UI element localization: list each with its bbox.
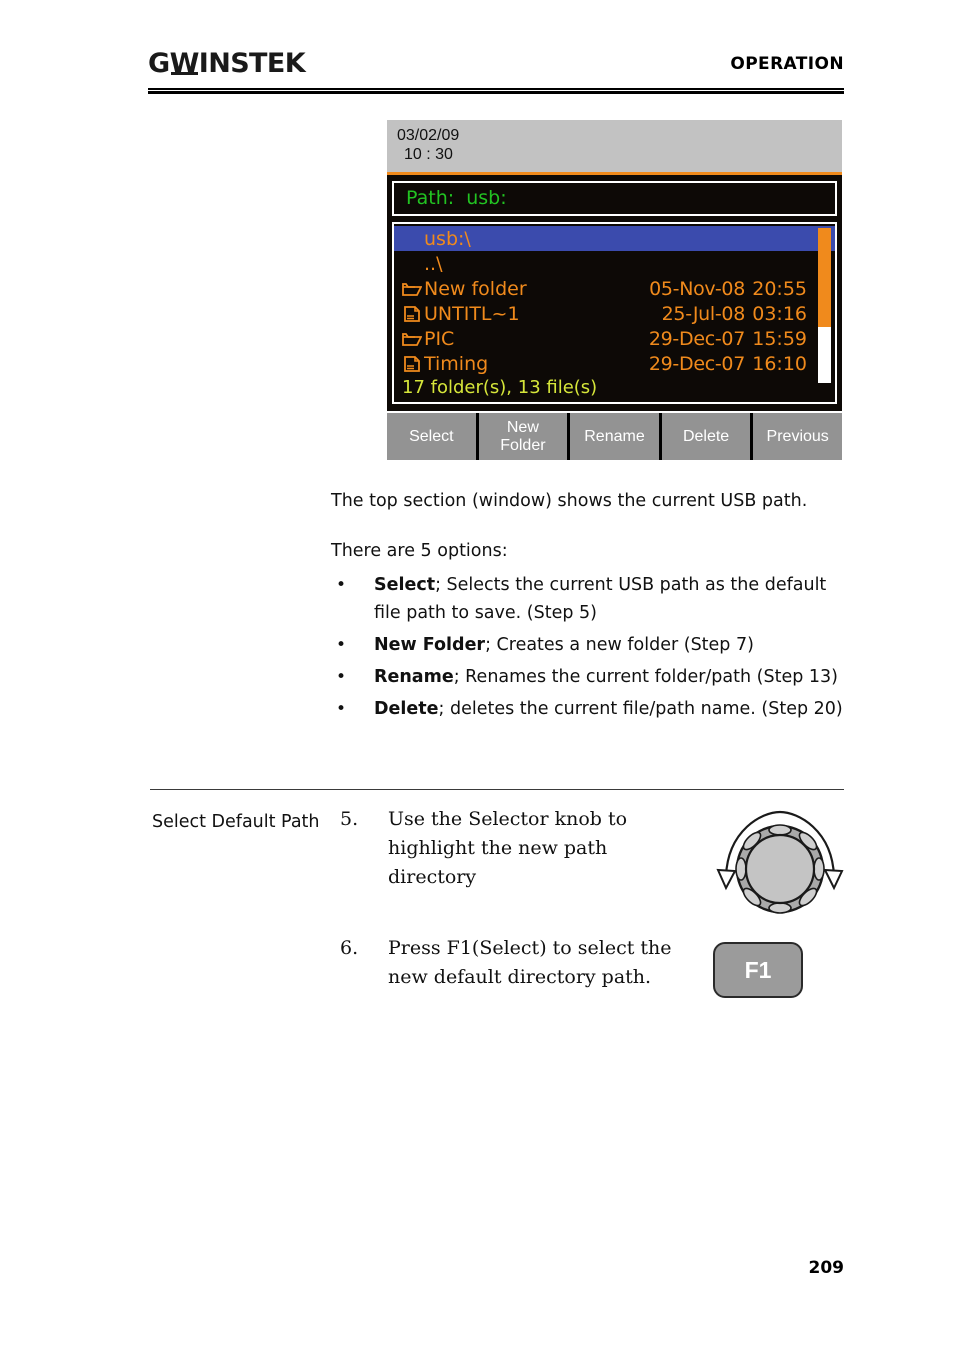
file-list-row-time: 20:55 — [752, 277, 807, 300]
file-list-row[interactable]: PIC 29-Dec-07 15:59 — [394, 326, 835, 351]
softkey-label: Previous — [766, 427, 829, 445]
option-bullet-term: New Folder — [374, 635, 486, 655]
softkey-previous[interactable]: Previous — [753, 413, 842, 460]
screen-status-bar: 03/02/09 10 : 30 — [387, 120, 842, 175]
softkey-delete[interactable]: Delete — [661, 413, 754, 460]
file-list-row-name: usb:\ — [424, 227, 471, 250]
file-list-row-date: 29-Dec-07 — [648, 352, 745, 375]
gwinstek-logo: GWINSTEK — [148, 48, 306, 79]
header-divider-rule — [148, 88, 844, 94]
file-list-row-name: ..\ — [424, 252, 443, 275]
file-icon — [402, 305, 424, 322]
softkey-label: Delete — [682, 427, 730, 445]
options-bullet-list: • Select; Selects the current USB path as… — [331, 571, 847, 723]
folder-icon — [402, 281, 424, 297]
device-screen-figure: 03/02/09 10 : 30 Path: usb: usb:\ ..\ New … — [387, 120, 842, 460]
file-list-scrollbar-thumb[interactable] — [818, 228, 831, 328]
option-bullet-term: Select — [374, 575, 436, 595]
bullet-dot-icon: • — [336, 667, 347, 687]
option-bullet-item: • New Folder; Creates a new folder (Step … — [331, 631, 847, 659]
file-list-scrollbar[interactable] — [818, 228, 831, 383]
option-bullet-description: ; Renames the current folder/path (Step … — [453, 667, 838, 687]
option-bullet-term: Rename — [374, 667, 454, 687]
file-browser-panel: usb:\ ..\ New folder 05-Nov-08 20:55 UNTITL~1… — [392, 222, 837, 404]
softkey-rename[interactable]: Rename — [570, 413, 662, 460]
step-item-5: 5. Use the Selector knob to highlight th… — [340, 805, 700, 892]
prose-paragraph-1: The top section (window) shows the curre… — [331, 491, 808, 511]
file-list[interactable]: usb:\ ..\ New folder 05-Nov-08 20:55 UNTITL~1… — [394, 224, 835, 376]
path-bar: Path: usb: — [392, 181, 837, 216]
softkey-select[interactable]: Select — [387, 413, 479, 460]
bullet-dot-icon: • — [336, 699, 347, 719]
step-item-6: 6. Press F1(Select) to select the new de… — [340, 934, 700, 992]
screen-date: 03/02/09 — [397, 127, 460, 144]
logo-g: G — [148, 48, 170, 79]
file-list-row[interactable]: New folder 05-Nov-08 20:55 — [394, 276, 835, 301]
file-list-row[interactable]: Timing 29-Dec-07 16:10 — [394, 351, 835, 376]
folder-icon — [402, 331, 424, 347]
bullet-dot-icon: • — [336, 635, 347, 655]
softkey-row: Select New Folder Rename Delete Previous — [387, 413, 842, 460]
steps-side-label: Select Default Path — [152, 812, 320, 832]
page-number: 209 — [808, 1258, 845, 1278]
bullet-dot-icon: • — [336, 575, 347, 595]
logo-w: W — [169, 48, 200, 79]
file-list-row-name: PIC — [424, 327, 455, 350]
logo-instek: INSTEK — [198, 48, 306, 79]
file-list-row-name: New folder — [424, 277, 527, 300]
option-bullet-term: Delete — [374, 699, 439, 719]
file-list-row-date: 25-Jul-08 — [661, 302, 746, 325]
f1-key-button[interactable]: F1 — [713, 942, 803, 998]
softkey-label: New — [506, 418, 539, 436]
file-count-summary: 17 folder(s), 13 file(s) — [402, 377, 598, 398]
file-list-row-name: UNTITL~1 — [424, 302, 520, 325]
file-list-row[interactable]: ..\ — [394, 251, 835, 276]
option-bullet-item: • Select; Selects the current USB path as… — [331, 571, 847, 627]
file-list-row-name: Timing — [424, 352, 489, 375]
step-5-text: Use the Selector knob to highlight the n… — [388, 808, 628, 888]
prose-paragraph-2: There are 5 options: — [331, 541, 508, 561]
file-list-row[interactable]: usb:\ — [394, 226, 835, 251]
file-icon — [402, 355, 424, 372]
option-bullet-item: • Delete; deletes the current file/path n… — [331, 695, 847, 723]
file-list-row-time: 16:10 — [752, 352, 807, 375]
softkey-label: Rename — [584, 427, 645, 445]
header-section-title: OPERATION — [730, 54, 844, 74]
device-screen: 03/02/09 10 : 30 Path: usb: usb:\ ..\ New … — [387, 120, 842, 411]
section-divider-rule — [150, 789, 844, 790]
option-bullet-description: ; Creates a new folder (Step 7) — [485, 635, 754, 655]
file-list-row[interactable]: UNTITL~1 25-Jul-08 03:16 — [394, 301, 835, 326]
f1-key-label: F1 — [744, 956, 772, 983]
softkey-label-line2: Folder — [500, 436, 546, 454]
screen-body: Path: usb: usb:\ ..\ New folder 05-Nov-08 20… — [387, 175, 842, 411]
softkey-label: Select — [409, 427, 454, 445]
selector-knob-icon — [712, 804, 848, 922]
file-list-row-date: 05-Nov-08 — [649, 277, 745, 300]
file-list-row-time: 03:16 — [752, 302, 807, 325]
file-list-row-time: 15:59 — [752, 327, 807, 350]
screen-time: 10 : 30 — [404, 146, 453, 163]
path-bar-text: Path: usb: — [406, 187, 507, 209]
step-6-text: Press F1(Select) to select the new defau… — [388, 937, 672, 988]
softkey-new[interactable]: New Folder — [478, 413, 571, 460]
file-list-row-date: 29-Dec-07 — [648, 327, 745, 350]
option-bullet-description: ; deletes the current file/path name. (S… — [438, 699, 843, 719]
step-6-number: 6. — [340, 937, 359, 959]
option-bullet-description: ; Selects the current USB path as the de… — [374, 575, 827, 623]
option-bullet-item: • Rename; Renames the current folder/path… — [331, 663, 847, 691]
prose-body: The top section (window) shows the curre… — [331, 487, 847, 727]
step-5-number: 5. — [340, 808, 359, 830]
